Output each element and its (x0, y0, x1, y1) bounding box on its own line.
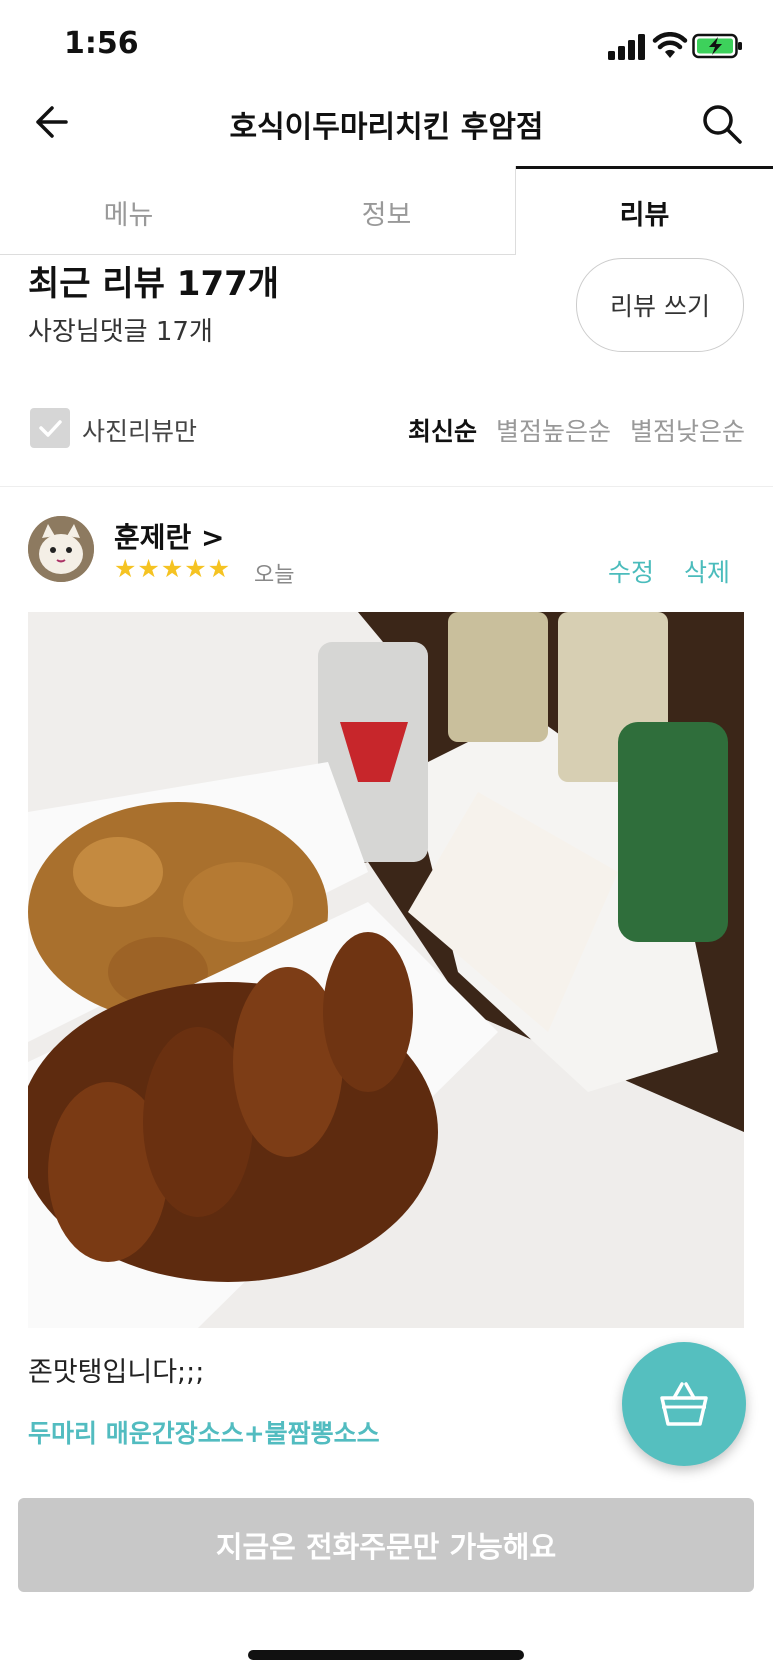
sort-rating-high[interactable]: 별점높은순 (496, 412, 611, 448)
photo-only-label[interactable]: 사진리뷰만 (82, 412, 197, 448)
owner-reply-count: 사장님댓글 17개 (28, 317, 213, 347)
reviewer-name[interactable]: 훈제란 > (114, 516, 225, 556)
status-time: 1:56 (64, 26, 139, 61)
tab-menu[interactable]: 메뉴 (0, 168, 257, 256)
phone-order-only-bar: 지금은 전화주문만 가능해요 (18, 1498, 754, 1592)
photo-only-checkbox[interactable] (30, 408, 70, 448)
tab-info[interactable]: 정보 (258, 168, 515, 256)
section-divider (0, 486, 773, 487)
review-date: 오늘 (254, 563, 295, 588)
star-rating: ★★★★★ (114, 554, 232, 583)
edit-review-link[interactable]: 수정 (608, 553, 654, 589)
write-review-button[interactable]: 리뷰 쓰기 (576, 258, 744, 352)
ordered-menu: 두마리 매운간장소스+불짬뽕소스 (28, 1419, 380, 1448)
sort-latest[interactable]: 최신순 (408, 412, 477, 448)
search-icon[interactable] (700, 102, 744, 146)
review-text: 존맛탱입니다;;; (28, 1357, 205, 1388)
basket-icon (660, 1382, 708, 1426)
cart-button[interactable] (622, 1342, 746, 1466)
checkmark-icon (39, 420, 62, 437)
cellular-signal-icon (608, 34, 645, 60)
review-photo[interactable] (28, 612, 744, 1328)
delete-review-link[interactable]: 삭제 (684, 553, 730, 589)
home-indicator[interactable] (248, 1650, 524, 1660)
reviewer-avatar[interactable] (28, 516, 94, 582)
review-count-heading: 최근 리뷰 177개 (28, 264, 280, 304)
store-title: 호식이두마리치킨 후암점 (229, 110, 544, 145)
wifi-icon (652, 32, 688, 58)
battery-charging-icon (692, 33, 742, 59)
tab-reviews[interactable]: 리뷰 (516, 168, 773, 256)
sort-rating-low[interactable]: 별점낮은순 (630, 412, 745, 448)
